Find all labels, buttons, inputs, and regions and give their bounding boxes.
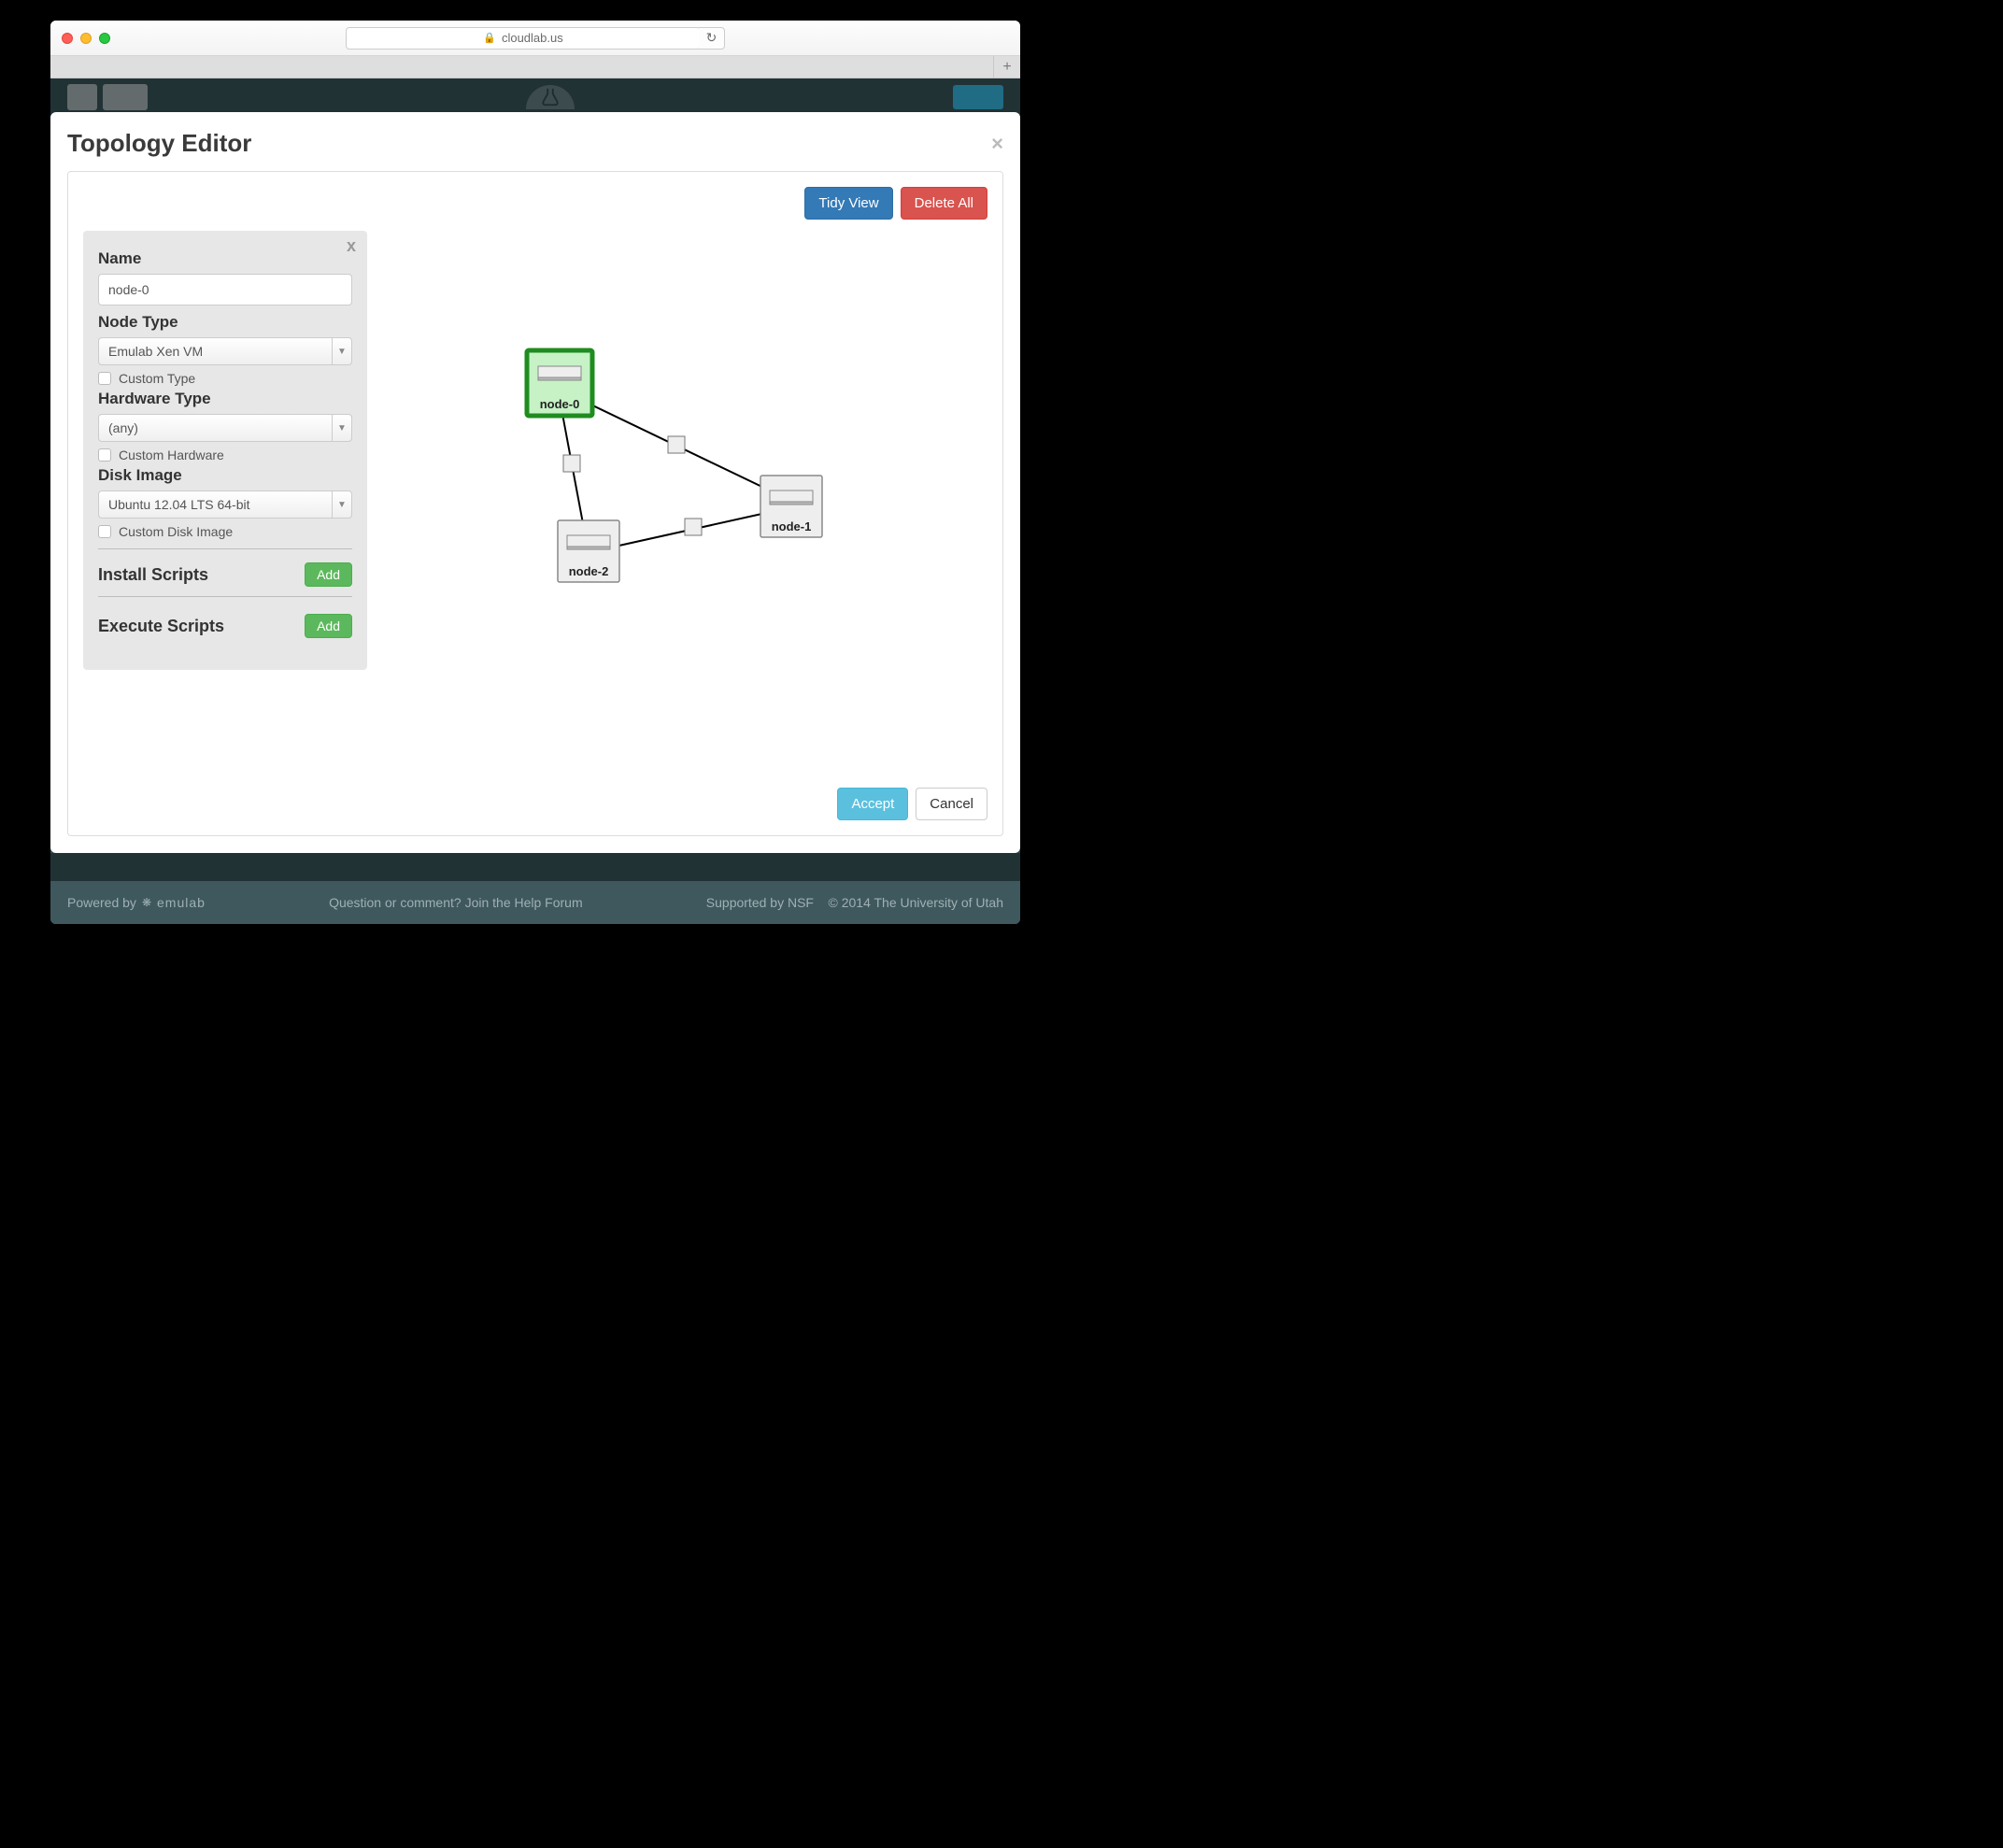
modal-header: Topology Editor ×: [67, 112, 1003, 171]
tidy-view-button[interactable]: Tidy View: [804, 187, 892, 220]
topology-node-node-1[interactable]: node-1: [760, 476, 822, 537]
custom-type-label: Custom Type: [119, 371, 195, 386]
custom-type-checkbox[interactable]: [98, 372, 111, 385]
properties-close-button[interactable]: x: [347, 236, 356, 256]
browser-window: 🔒 cloudlab.us ↻ + Topology Edit: [50, 21, 1020, 924]
execute-scripts-row: Execute Scripts Add: [98, 614, 352, 638]
hardware-type-label: Hardware Type: [98, 390, 352, 408]
topology-node-node-0[interactable]: node-0: [527, 350, 592, 416]
chevron-down-icon: ▼: [332, 414, 352, 442]
node-type-select[interactable]: Emulab Xen VM ▼: [98, 337, 352, 365]
emulab-icon: ❋: [142, 896, 151, 909]
browser-tab-bar: +: [50, 56, 1020, 78]
execute-scripts-label: Execute Scripts: [98, 617, 224, 636]
copyright-text: © 2014 The University of Utah: [829, 895, 1003, 910]
disk-image-label: Disk Image: [98, 466, 352, 485]
node-label: node-0: [540, 397, 580, 411]
footer-center: Question or comment? Join the Help Forum: [206, 895, 706, 910]
name-input[interactable]: [98, 274, 352, 306]
chevron-down-icon: ▼: [332, 337, 352, 365]
hardware-type-value: (any): [98, 414, 332, 442]
server-icon: [538, 366, 581, 380]
name-label: Name: [98, 249, 352, 268]
new-tab-button[interactable]: +: [994, 56, 1020, 78]
topology-canvas[interactable]: node-0 node-1: [363, 231, 961, 670]
hardware-type-select[interactable]: (any) ▼: [98, 414, 352, 442]
custom-type-row: Custom Type: [98, 371, 352, 386]
disk-image-select[interactable]: Ubuntu 12.04 LTS 64-bit ▼: [98, 490, 352, 519]
delete-all-button[interactable]: Delete All: [901, 187, 987, 220]
modal-title: Topology Editor: [67, 129, 251, 158]
lock-icon: 🔒: [483, 32, 496, 44]
panel-toolbar: Tidy View Delete All: [83, 187, 987, 220]
footer-question-text: Question or comment?: [329, 895, 465, 910]
modal-close-button[interactable]: ×: [991, 132, 1003, 156]
site-viewport: Topology Editor × Tidy View Delete All x…: [50, 78, 1020, 924]
custom-disk-image-checkbox[interactable]: [98, 525, 111, 538]
execute-scripts-add-button[interactable]: Add: [305, 614, 352, 638]
modal-backdrop-top: [50, 78, 1020, 116]
browser-tab[interactable]: [50, 56, 994, 78]
address-host: cloudlab.us: [502, 31, 563, 45]
custom-disk-image-row: Custom Disk Image: [98, 524, 352, 539]
address-bar-wrap: 🔒 cloudlab.us ↻: [346, 27, 725, 50]
footer-right: Supported by NSF © 2014 The University o…: [706, 895, 1003, 910]
install-scripts-row: Install Scripts Add: [98, 562, 352, 587]
footer-left: Powered by ❋ emulab: [67, 895, 206, 910]
node-label: node-1: [772, 519, 812, 533]
node-label: node-2: [569, 564, 609, 578]
custom-disk-image-label: Custom Disk Image: [119, 524, 233, 539]
custom-hardware-label: Custom Hardware: [119, 448, 224, 462]
editor-panel: Tidy View Delete All x Name Node Type Em…: [67, 171, 1003, 836]
disk-image-value: Ubuntu 12.04 LTS 64-bit: [98, 490, 332, 519]
supported-by-text: Supported by NSF: [706, 895, 814, 910]
window-minimize-button[interactable]: [80, 33, 92, 44]
node-properties-panel: x Name Node Type Emulab Xen VM ▼ Custom …: [83, 231, 367, 670]
panel-footer: Accept Cancel: [83, 788, 987, 820]
link-handle[interactable]: [685, 519, 702, 535]
help-forum-link[interactable]: Join the Help Forum: [465, 895, 583, 910]
topology-editor-modal: Topology Editor × Tidy View Delete All x…: [50, 112, 1020, 853]
reload-button[interactable]: ↻: [699, 27, 725, 50]
address-bar[interactable]: 🔒 cloudlab.us: [346, 27, 701, 50]
install-scripts-add-button[interactable]: Add: [305, 562, 352, 587]
link-handle[interactable]: [563, 455, 580, 472]
node-type-label: Node Type: [98, 313, 352, 332]
chevron-down-icon: ▼: [332, 490, 352, 519]
cancel-button[interactable]: Cancel: [916, 788, 987, 820]
divider: [98, 596, 352, 597]
window-close-button[interactable]: [62, 33, 73, 44]
modal-backdrop-bottom: [50, 853, 1020, 881]
traffic-lights: [62, 33, 110, 44]
accept-button[interactable]: Accept: [837, 788, 908, 820]
window-zoom-button[interactable]: [99, 33, 110, 44]
custom-hardware-checkbox[interactable]: [98, 448, 111, 462]
powered-by-brand: emulab: [157, 895, 206, 910]
node-type-value: Emulab Xen VM: [98, 337, 332, 365]
divider: [98, 548, 352, 549]
site-footer: Powered by ❋ emulab Question or comment?…: [50, 881, 1020, 924]
topology-node-node-2[interactable]: node-2: [558, 520, 619, 582]
install-scripts-label: Install Scripts: [98, 565, 208, 585]
canvas-area: x Name Node Type Emulab Xen VM ▼ Custom …: [83, 231, 987, 776]
server-icon: [770, 490, 813, 505]
powered-by-text: Powered by: [67, 895, 136, 910]
browser-titlebar: 🔒 cloudlab.us ↻: [50, 21, 1020, 56]
server-icon: [567, 535, 610, 549]
link-handle[interactable]: [668, 436, 685, 453]
custom-hardware-row: Custom Hardware: [98, 448, 352, 462]
